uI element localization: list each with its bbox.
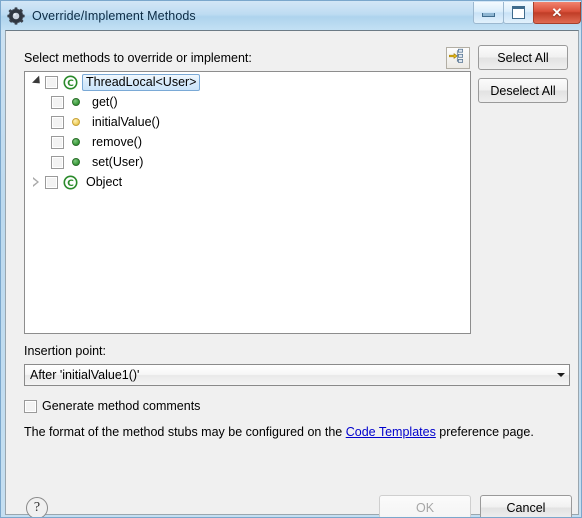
show-in-hierarchy-button[interactable] (446, 47, 470, 69)
svg-text:C: C (67, 179, 74, 189)
tree-row-label: ThreadLocal<User> (82, 73, 201, 91)
dialog-body: Select methods to override or implement: (5, 30, 579, 517)
tree-row[interactable]: C Object (25, 172, 470, 192)
tree-row-label: remove() (92, 135, 143, 149)
gear-icon (7, 6, 25, 25)
insertion-point-value: After 'initialValue1()' (30, 368, 140, 382)
tree-row[interactable]: set(User) (25, 152, 470, 172)
code-templates-hint: The format of the method stubs may be co… (24, 425, 534, 439)
code-templates-link[interactable]: Code Templates (346, 425, 436, 439)
hint-text-before: The format of the method stubs may be co… (24, 425, 346, 439)
insertion-point-label: Insertion point: (24, 344, 106, 358)
generate-method-comments-checkbox[interactable]: Generate method comments (24, 399, 200, 413)
java-class-icon: C (62, 74, 78, 90)
protected-method-icon (68, 114, 84, 130)
tree-label: Select methods to override or implement: (24, 51, 252, 65)
row-checkbox[interactable] (51, 135, 64, 149)
chevron-down-icon[interactable] (552, 365, 569, 385)
close-button[interactable]: ✕ (533, 2, 581, 24)
tree-row[interactable]: get() (25, 92, 470, 112)
window-title: Override/Implement Methods (32, 8, 196, 23)
tree-row-label: initialValue() (92, 115, 160, 129)
tree-row-label: Object (86, 175, 123, 189)
generate-method-comments-label: Generate method comments (42, 399, 201, 413)
tree-row[interactable]: C ThreadLocal<User> (25, 72, 470, 92)
row-checkbox[interactable] (51, 95, 64, 109)
expand-collapse-arrow-icon[interactable] (29, 172, 45, 192)
minimize-icon (474, 2, 503, 23)
dialog-window: Override/Implement Methods ✕ Select meth… (0, 0, 582, 518)
tree-row[interactable]: initialValue() (25, 112, 470, 132)
select-all-button[interactable]: Select All (478, 45, 568, 70)
maximize-icon (504, 2, 533, 23)
row-checkbox[interactable] (51, 115, 64, 129)
help-button[interactable]: ? (26, 497, 48, 517)
show-in-hierarchy-icon (448, 48, 467, 69)
public-method-icon (68, 94, 84, 110)
row-checkbox[interactable] (45, 175, 58, 189)
tree-row-label: set(User) (92, 155, 144, 169)
row-checkbox[interactable] (45, 75, 58, 89)
close-icon: ✕ (551, 5, 563, 20)
insertion-point-select[interactable]: After 'initialValue1()' (24, 364, 570, 386)
maximize-button[interactable] (503, 2, 534, 24)
row-checkbox[interactable] (51, 155, 64, 169)
hint-text-after: preference page. (435, 425, 534, 439)
public-method-icon (68, 154, 84, 170)
window-controls: ✕ (473, 2, 581, 24)
title-bar: Override/Implement Methods ✕ (1, 1, 581, 30)
tree-row-label: get() (92, 95, 118, 109)
checkbox-box[interactable] (24, 399, 37, 413)
deselect-all-button[interactable]: Deselect All (478, 78, 568, 103)
java-class-icon: C (62, 174, 78, 190)
public-method-icon (68, 134, 84, 150)
methods-tree[interactable]: C ThreadLocal<User> get() initialValue() (24, 71, 471, 334)
minimize-button[interactable] (473, 2, 504, 24)
expand-collapse-arrow-icon[interactable] (29, 72, 45, 92)
svg-text:C: C (67, 79, 74, 89)
tree-row[interactable]: remove() (25, 132, 470, 152)
ok-button[interactable]: OK (379, 495, 471, 517)
cancel-button[interactable]: Cancel (480, 495, 572, 517)
